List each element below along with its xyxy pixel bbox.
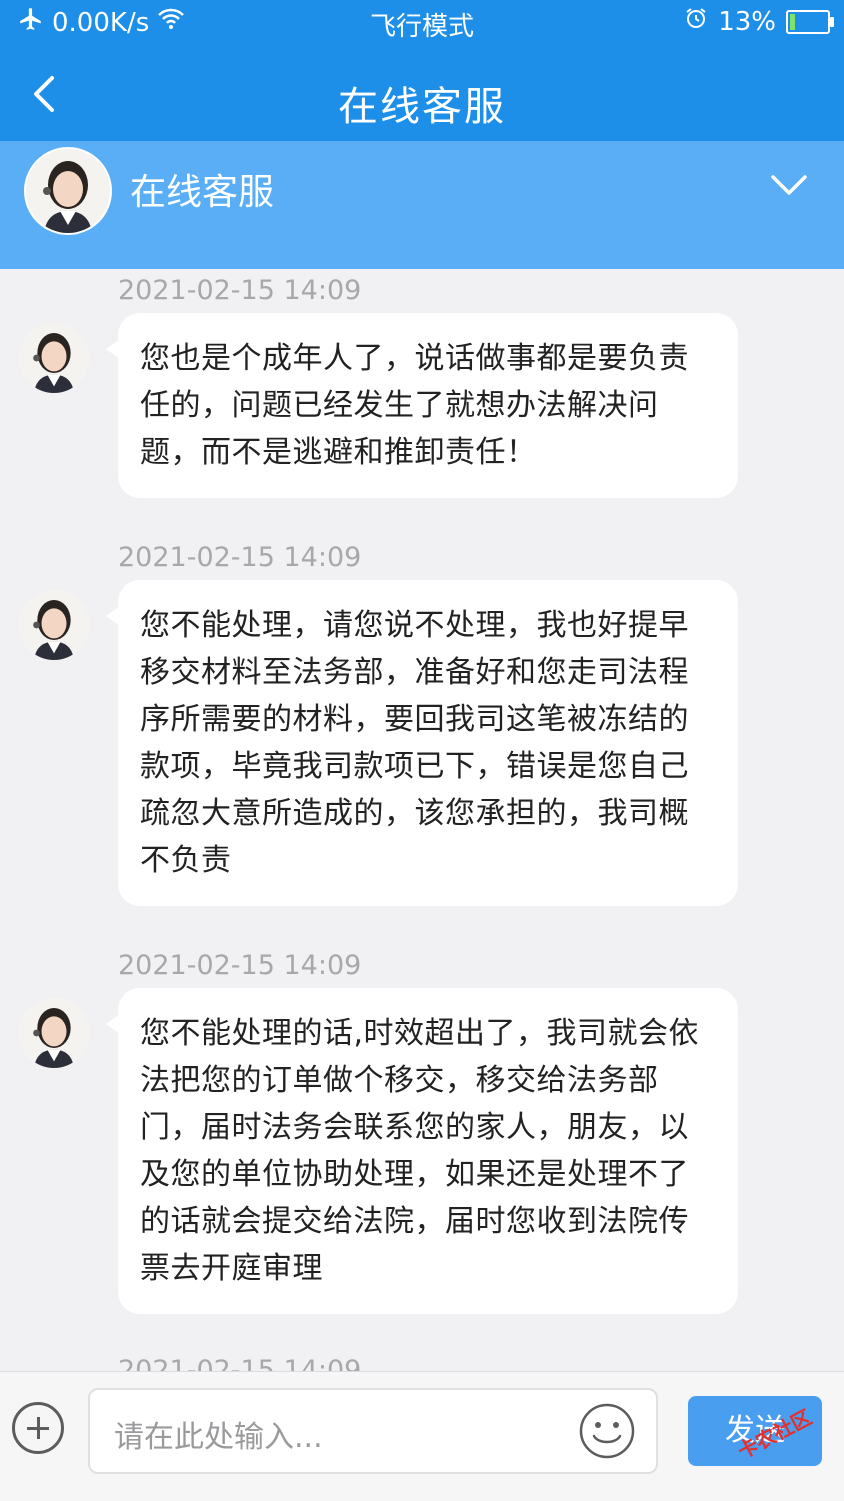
chevron-down-icon: [771, 175, 807, 195]
message-bubble: 您不能处理，请您说不处理，我也好提早移交材料至法务部，准备好和您走司法程序所需要…: [106, 580, 738, 906]
emoji-icon[interactable]: [578, 1402, 636, 1460]
message-input[interactable]: 请在此处输入...: [88, 1388, 658, 1474]
message-bubble: 您也是个成年人了，说话做事都是要负责任的，问题已经发生了就想办法解决问题，而不是…: [106, 313, 738, 498]
page-title: 在线客服: [338, 84, 506, 130]
battery-percent: 13%: [718, 6, 776, 37]
message-bubble: 您不能处理的话,时效超出了，我司就会依法把您的订单做个移交，移交给法务部门，届时…: [106, 988, 738, 1314]
agent-name: 在线客服: [130, 172, 275, 213]
expand-button[interactable]: [770, 173, 808, 197]
plus-icon[interactable]: [12, 1402, 64, 1454]
agent-avatar: [19, 998, 89, 1068]
agent-bar: 在线客服: [0, 141, 844, 269]
status-bar: 0.00K/s 飞行模式 13%: [0, 0, 844, 44]
agent-avatar: [19, 323, 89, 393]
message-timestamp: 2021-02-15 14:09: [118, 542, 362, 573]
input-bar: 请在此处输入... 发送: [0, 1371, 844, 1501]
input-placeholder: 请在此处输入...: [114, 1420, 323, 1455]
header: 在线客服: [0, 44, 844, 141]
message-timestamp: 2021-02-15 14:09: [118, 275, 362, 306]
agent-avatar: [24, 147, 112, 235]
agent-avatar: [19, 590, 89, 660]
battery-icon: [786, 9, 834, 34]
message-timestamp: 2021-02-15 14:09: [118, 1355, 362, 1371]
message-timestamp: 2021-02-15 14:09: [118, 950, 362, 981]
chat-list[interactable]: 2021-02-15 14:09 您也是个成年人了，说话做事都是要负责任的，问题…: [0, 269, 844, 1371]
alarm-icon: [684, 6, 708, 37]
